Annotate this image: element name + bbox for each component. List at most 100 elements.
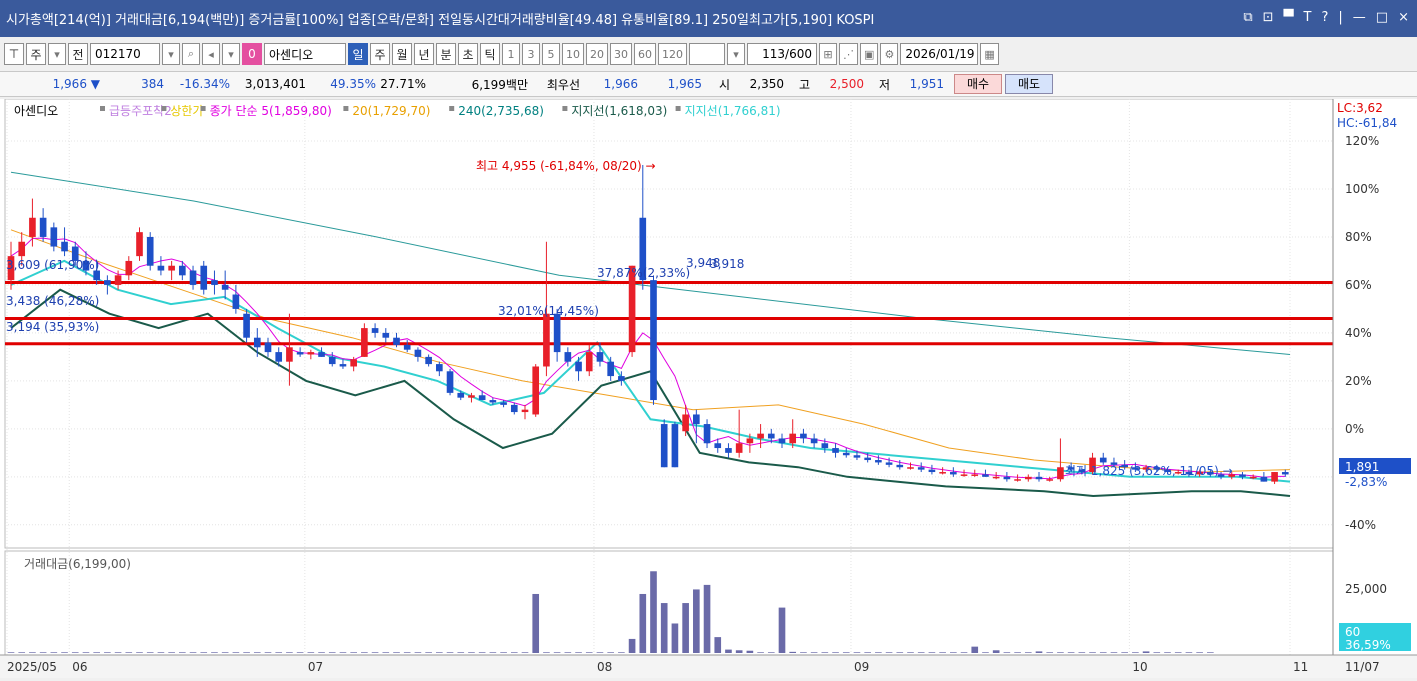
interval-1[interactable]: 1 xyxy=(502,43,520,65)
market-button[interactable]: 주 xyxy=(26,43,46,65)
volume-bar xyxy=(1003,652,1011,653)
all-button[interactable]: 전 xyxy=(68,43,88,65)
legend-item: 종가 단순 5(1,859,80) xyxy=(210,104,332,118)
period-tick[interactable]: 틱 xyxy=(480,43,500,65)
close-icon[interactable]: × xyxy=(1398,10,1409,25)
legend-marker xyxy=(449,106,455,111)
chart-svg[interactable]: 아센디오 급등주포착2상한가 종가 단순 5(1,859,80) 20(1,729,… xyxy=(0,98,1417,678)
volume-bar xyxy=(114,652,122,653)
title-bar: 시가총액[214(억)] 거래대금[6,194(백만)] 증거금률[100%] … xyxy=(0,0,1417,37)
volume-bar xyxy=(917,652,925,653)
restore-icon[interactable]: ⧉ xyxy=(1243,10,1252,25)
interval-10[interactable]: 10 xyxy=(562,43,584,65)
period-minute[interactable]: 분 xyxy=(436,43,456,65)
interval-5[interactable]: 5 xyxy=(542,43,560,65)
bid-price: 1,965 xyxy=(667,77,702,91)
candle-down xyxy=(767,433,775,439)
volume-bar xyxy=(1153,652,1161,653)
volume-bar xyxy=(232,652,240,653)
prev-stock-icon[interactable]: ◂ xyxy=(202,43,220,65)
pin-icon[interactable]: ▀ xyxy=(1284,10,1294,25)
y-tick-label: 40% xyxy=(1345,326,1372,340)
save-icon[interactable]: ▣ xyxy=(860,43,879,65)
search-icon[interactable]: ⌕ xyxy=(182,43,200,65)
interval-30[interactable]: 30 xyxy=(610,43,632,65)
candle-down xyxy=(189,270,197,285)
period-year[interactable]: 년 xyxy=(414,43,434,65)
candle-down xyxy=(50,227,58,247)
minimize-icon[interactable]: — xyxy=(1353,10,1366,25)
candle-down xyxy=(104,280,111,285)
candle-up xyxy=(1024,476,1032,480)
volume-bar xyxy=(446,652,454,653)
period-day[interactable]: 일 xyxy=(348,43,368,65)
interval-20[interactable]: 20 xyxy=(586,43,608,65)
candle-down xyxy=(1099,457,1107,463)
volume-bar xyxy=(189,652,197,653)
candle-up xyxy=(746,438,754,444)
level-2-label: 3,438 (46,28%) xyxy=(6,294,99,308)
chart-type-button[interactable]: ⊤ xyxy=(4,43,24,65)
margin-badge: 0 xyxy=(242,43,262,65)
candle-down xyxy=(714,443,722,449)
price-change-pct: -16.34% xyxy=(179,77,230,91)
volume-bar xyxy=(414,652,422,653)
candle-settings-icon[interactable]: ⊞ xyxy=(819,43,837,65)
maximize-icon[interactable]: □ xyxy=(1376,10,1388,25)
stock-name-field[interactable]: 아센디오 xyxy=(264,43,346,65)
trendline-icon[interactable]: ⋰ xyxy=(839,43,858,65)
sell-button[interactable]: 매도 xyxy=(1005,74,1053,94)
volume-bar xyxy=(489,652,497,653)
help-icon[interactable]: ? xyxy=(1322,10,1329,25)
market-dropdown-icon[interactable]: ▾ xyxy=(48,43,66,65)
candle-down xyxy=(1281,472,1289,475)
volume-bar xyxy=(703,584,711,653)
low-price: 1,951 xyxy=(909,77,944,91)
volume-bar xyxy=(714,637,722,653)
candle-down xyxy=(500,402,507,405)
tile-icon[interactable]: ⊡ xyxy=(1263,10,1274,25)
custom-interval-input[interactable] xyxy=(689,43,725,65)
candle-count-field[interactable]: 113/600 xyxy=(747,43,817,65)
volume-bar xyxy=(457,652,465,653)
volume-bar xyxy=(853,652,861,653)
candle-up xyxy=(757,433,764,439)
y-tick-label: 120% xyxy=(1345,134,1379,148)
list-dropdown-icon[interactable]: ▾ xyxy=(222,43,240,65)
interval-60[interactable]: 60 xyxy=(634,43,656,65)
gear-icon[interactable]: ⚙ xyxy=(880,43,899,65)
y-tick-label: 60% xyxy=(1345,278,1372,292)
buy-button[interactable]: 매수 xyxy=(954,74,1002,94)
calendar-icon[interactable]: ▦ xyxy=(980,43,999,65)
interval-120[interactable]: 120 xyxy=(658,43,687,65)
stock-code-input[interactable]: 012170 xyxy=(90,43,160,65)
font-icon[interactable]: T xyxy=(1304,10,1312,25)
code-dropdown-icon[interactable]: ▾ xyxy=(162,43,180,65)
volume-bar xyxy=(1174,652,1182,653)
period-second[interactable]: 초 xyxy=(458,43,478,65)
window-controls: ⧉ ⊡ ▀ T ? | — □ × xyxy=(1243,10,1409,25)
candle-down xyxy=(1260,476,1268,482)
volume-bar xyxy=(1046,652,1054,653)
candle-down xyxy=(264,342,272,353)
candle-up xyxy=(350,359,357,367)
volume-bar xyxy=(221,652,229,653)
period-month[interactable]: 월 xyxy=(392,43,412,65)
interval-dropdown-icon[interactable]: ▾ xyxy=(727,43,745,65)
volume-bar xyxy=(425,652,432,653)
chart-area[interactable]: 아센디오 급등주포착2 상한가 종가 단순 5(1,859,80) 20(1,729,… xyxy=(0,98,1417,678)
volume-bar xyxy=(746,650,754,653)
period-week[interactable]: 주 xyxy=(370,43,390,65)
date-input[interactable]: 2026/01/19 xyxy=(900,43,979,65)
candle-down xyxy=(853,455,861,458)
candle-up xyxy=(521,409,529,413)
volume-bar xyxy=(500,652,507,653)
volume-bar xyxy=(168,652,175,653)
volume-bar xyxy=(136,652,143,653)
interval-3[interactable]: 3 xyxy=(522,43,540,65)
candle-up xyxy=(361,328,368,357)
volume-bar xyxy=(61,652,68,653)
best-ask-label: 최우선 xyxy=(546,77,580,92)
candle-up xyxy=(971,474,979,476)
trend-label-4: 3,918 xyxy=(710,257,744,271)
